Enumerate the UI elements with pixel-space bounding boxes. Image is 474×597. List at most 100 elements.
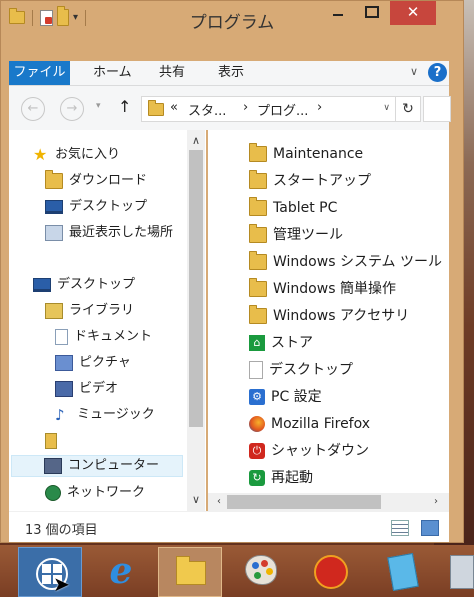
firefox-icon bbox=[249, 416, 265, 432]
nav-documents[interactable]: ドキュメント bbox=[55, 326, 152, 348]
file-item[interactable]: ↻ 再起動 bbox=[249, 466, 313, 490]
nav-pictures[interactable]: ピクチャ bbox=[55, 352, 131, 374]
back-button[interactable]: ← bbox=[21, 97, 45, 121]
power-icon: ⏻ bbox=[249, 443, 265, 459]
breadcrumb-start-menu[interactable]: スタ... bbox=[188, 100, 226, 119]
scroll-right-button[interactable]: › bbox=[427, 493, 445, 511]
nav-label: お気に入り bbox=[55, 147, 121, 162]
taskbar-notepad[interactable] bbox=[370, 547, 432, 595]
nav-label: デスクトップ bbox=[57, 277, 136, 292]
scroll-down-button[interactable]: ∨ bbox=[187, 491, 205, 509]
status-bar: 13 個の項目 bbox=[9, 511, 449, 542]
taskbar-file-explorer[interactable] bbox=[158, 547, 222, 597]
taskbar-ccleaner[interactable] bbox=[298, 547, 360, 595]
refresh-button[interactable]: ↻ bbox=[395, 96, 421, 122]
nav-favorites[interactable]: ★ お気に入り bbox=[33, 144, 120, 166]
start-button[interactable]: ➤ bbox=[18, 547, 82, 597]
file-item[interactable]: Windows 簡単操作 bbox=[249, 277, 396, 301]
scroll-up-button[interactable]: ∧ bbox=[187, 132, 205, 150]
taskbar-calculator[interactable] bbox=[440, 547, 474, 595]
scroll-left-button[interactable]: ‹ bbox=[210, 493, 228, 511]
nav-libraries[interactable]: ライブラリ bbox=[45, 300, 134, 322]
nav-vertical-scrollbar[interactable]: ∧ ∨ bbox=[187, 130, 205, 511]
file-item[interactable]: Mozilla Firefox bbox=[249, 412, 370, 436]
tab-home[interactable]: ホーム bbox=[93, 61, 132, 85]
internet-explorer-icon: e bbox=[109, 550, 133, 592]
minimize-icon bbox=[333, 14, 343, 16]
file-name: Windows 簡単操作 bbox=[273, 281, 396, 297]
mouse-cursor-icon: ➤ bbox=[53, 572, 70, 596]
breadcrumb-programs[interactable]: プログ... bbox=[257, 100, 308, 119]
gear-icon: ⚙ bbox=[249, 389, 265, 405]
taskbar-paint[interactable] bbox=[228, 547, 290, 595]
tab-file[interactable]: ファイル bbox=[9, 61, 70, 85]
file-item[interactable]: Windows アクセサリ bbox=[249, 304, 409, 328]
nav-label: ミュージック bbox=[77, 407, 155, 422]
nav-computer[interactable]: コンピューター bbox=[11, 455, 183, 477]
documents-icon bbox=[55, 329, 68, 345]
file-explorer-icon bbox=[176, 556, 206, 585]
breadcrumb-separator[interactable]: › bbox=[243, 100, 248, 115]
file-item[interactable]: ⌂ ストア bbox=[249, 331, 313, 355]
ccleaner-icon bbox=[314, 555, 348, 589]
breadcrumb-separator[interactable]: › bbox=[317, 100, 322, 115]
folder-icon bbox=[249, 224, 267, 243]
nav-label: ダウンロード bbox=[69, 173, 148, 188]
tab-share[interactable]: 共有 bbox=[159, 61, 185, 85]
nav-label: コンピューター bbox=[68, 458, 160, 473]
nav-desktop[interactable]: デスクトップ bbox=[33, 274, 135, 296]
title-bar[interactable]: ▾ プログラム ✕ bbox=[1, 1, 463, 35]
music-icon: ♪ bbox=[55, 406, 65, 424]
file-item[interactable]: デスクトップ bbox=[249, 358, 353, 382]
address-dropdown-icon[interactable]: ∨ bbox=[383, 103, 390, 113]
nav-downloads[interactable]: ダウンロード bbox=[45, 170, 147, 192]
address-bar[interactable]: « スタ... › プログ... › ∨ bbox=[141, 96, 397, 122]
file-name: 管理ツール bbox=[273, 227, 343, 243]
forward-button[interactable]: → bbox=[60, 97, 84, 121]
recent-places-icon bbox=[45, 225, 63, 241]
maximize-button[interactable] bbox=[357, 1, 387, 25]
file-name: PC 設定 bbox=[271, 389, 322, 405]
nav-homegroup[interactable] bbox=[45, 430, 63, 452]
taskbar: ➤ e bbox=[0, 545, 474, 597]
file-item[interactable]: Maintenance bbox=[249, 142, 363, 166]
expand-ribbon-icon[interactable]: ∨ bbox=[410, 65, 418, 78]
file-item[interactable]: ⏻ シャットダウン bbox=[249, 439, 369, 463]
file-item[interactable]: 管理ツール bbox=[249, 223, 343, 247]
scroll-thumb[interactable] bbox=[227, 495, 381, 509]
close-button[interactable]: ✕ bbox=[390, 1, 436, 25]
details-view-icon[interactable] bbox=[391, 520, 409, 536]
paint-palette-icon bbox=[245, 555, 277, 585]
file-item[interactable]: Tablet PC bbox=[249, 196, 337, 220]
nav-music[interactable]: ♪ ミュージック bbox=[55, 404, 155, 426]
desktop-icon bbox=[45, 200, 63, 214]
tab-view[interactable]: 表示 bbox=[218, 61, 244, 85]
nav-label: ピクチャ bbox=[79, 355, 131, 370]
breadcrumb-overflow[interactable]: « bbox=[170, 100, 178, 115]
help-icon[interactable]: ? bbox=[428, 63, 447, 82]
up-button[interactable]: ↑ bbox=[118, 97, 131, 116]
taskbar-internet-explorer[interactable]: e bbox=[90, 547, 152, 595]
explorer-window: ▾ プログラム ✕ ファイル ホーム 共有 表示 ∨ ? ← → ▾ ↑ « ス… bbox=[0, 0, 464, 543]
file-name: ストア bbox=[271, 335, 313, 351]
folder-icon bbox=[148, 100, 164, 116]
large-icons-view-icon[interactable] bbox=[421, 520, 439, 536]
file-item[interactable]: Windows システム ツール bbox=[249, 250, 442, 274]
nav-videos[interactable]: ビデオ bbox=[55, 378, 118, 400]
blank-file-icon bbox=[249, 361, 263, 379]
minimize-button[interactable] bbox=[323, 1, 353, 25]
nav-desktop-favorite[interactable]: デスクトップ bbox=[45, 196, 147, 218]
file-item[interactable]: スタートアップ bbox=[249, 169, 371, 193]
file-horizontal-scrollbar[interactable]: ‹ › bbox=[208, 493, 449, 511]
navigation-bar: ← → ▾ ↑ « スタ... › プログ... › ∨ ↻ bbox=[9, 86, 451, 130]
nav-network[interactable]: ネットワーク bbox=[45, 482, 145, 504]
scroll-thumb[interactable] bbox=[189, 150, 203, 427]
nav-recent-places[interactable]: 最近表示した場所 bbox=[45, 222, 173, 244]
recent-locations-dropdown[interactable]: ▾ bbox=[96, 101, 101, 111]
folder-icon bbox=[249, 143, 267, 162]
desktop-icon bbox=[33, 278, 51, 292]
folder-icon bbox=[249, 278, 267, 297]
file-item[interactable]: ⚙ PC 設定 bbox=[249, 385, 322, 409]
search-box[interactable] bbox=[423, 96, 451, 122]
file-name: デスクトップ bbox=[269, 362, 353, 378]
